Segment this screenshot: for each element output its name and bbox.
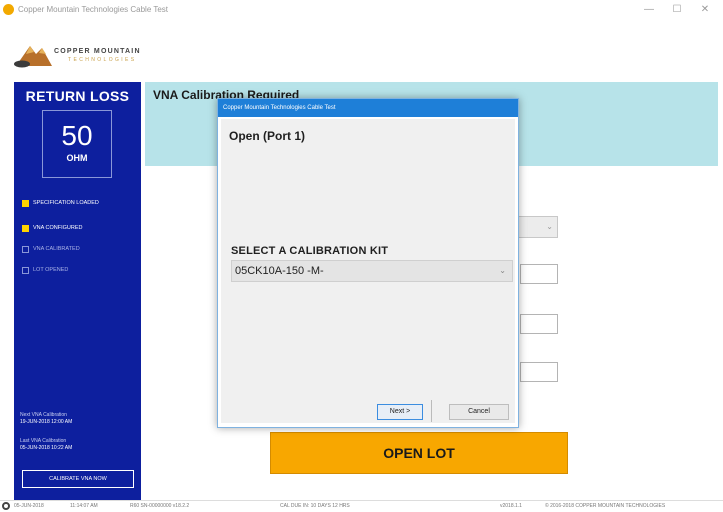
app-icon [3, 3, 14, 15]
window-titlebar: Copper Mountain Technologies Cable Test … [0, 0, 723, 18]
background-input-2[interactable] [520, 314, 558, 334]
status-device: R60 SN-00000000 v18.2.2 [130, 503, 190, 509]
background-input-3[interactable] [520, 362, 558, 382]
gear-icon[interactable] [2, 502, 10, 510]
calibration-kit-select[interactable]: 05CK10A-150 -M- ⌄ [231, 260, 513, 282]
status-vna-calibrated: VNA CALIBRATED [22, 244, 80, 254]
status-time: 11:14:07 AM [70, 503, 98, 509]
impedance-display: 50 OHM [42, 110, 112, 178]
next-button[interactable]: Next > [377, 404, 423, 420]
next-cal-label: Next VNA Calibration [20, 412, 67, 418]
chevron-down-icon: ⌄ [499, 266, 506, 275]
status-label: VNA CONFIGURED [33, 225, 83, 231]
kit-select-value: 05CK10A-150 -M- [235, 265, 324, 277]
minimize-icon[interactable]: — [635, 4, 663, 15]
next-calibration-info: Next VNA Calibration 19-JUN-2018 12:00 A… [20, 412, 72, 425]
last-calibration-info: Last VNA Calibration 05-JUN-2018 10:22 A… [20, 438, 72, 451]
status-bar: 05-JUN-2018 11:14:07 AM R60 SN-00000000 … [0, 500, 723, 512]
status-spec-loaded: SPECIFICATION LOADED [22, 198, 99, 208]
close-icon[interactable]: ✕ [691, 4, 719, 15]
status-lot-opened: LOT OPENED [22, 265, 68, 275]
checked-box-icon [22, 199, 29, 207]
status-label: VNA CALIBRATED [33, 246, 80, 252]
status-label: SPECIFICATION LOADED [33, 200, 99, 206]
logo-subtitle: TECHNOLOGIES [68, 57, 137, 63]
status-copyright: © 2016-2018 COPPER MOUNTAIN TECHNOLOGIES [545, 503, 666, 509]
open-lot-button[interactable]: OPEN LOT [270, 432, 568, 474]
measurement-title: RETURN LOSS [25, 88, 130, 104]
next-cal-value: 19-JUN-2018 12:00 AM [20, 418, 73, 425]
status-vna-configured: VNA CONFIGURED [22, 223, 83, 233]
checked-box-icon [22, 224, 29, 232]
window-title: Copper Mountain Technologies Cable Test [18, 4, 169, 14]
unchecked-box-icon [22, 266, 29, 274]
dialog-heading: Open (Port 1) [229, 129, 306, 143]
status-cal-due: CAL DUE IN: 10 DAYS 12 HRS [280, 503, 350, 509]
dialog-body: Open (Port 1) SELECT A CALIBRATION KIT 0… [221, 119, 515, 423]
impedance-value: 50 [61, 120, 93, 151]
status-version: v2018.1.1 [500, 503, 522, 509]
impedance-unit: OHM [66, 153, 88, 163]
logo-name: COPPER MOUNTAIN [54, 48, 141, 55]
last-cal-label: Last VNA Calibration [20, 438, 67, 444]
status-date: 05-JUN-2018 [14, 503, 44, 509]
cancel-button[interactable]: Cancel [449, 404, 509, 420]
last-cal-value: 05-JUN-2018 10:22 AM [20, 444, 73, 451]
calibration-dialog: Copper Mountain Technologies Cable Test … [217, 98, 519, 428]
dialog-titlebar: Copper Mountain Technologies Cable Test [218, 99, 518, 117]
mountain-logo-icon [14, 46, 52, 68]
status-label: LOT OPENED [33, 267, 69, 273]
sidebar: RETURN LOSS 50 OHM SPECIFICATION LOADED … [14, 82, 141, 500]
window-controls: — ☐ ✕ [635, 0, 719, 18]
app-header: COPPER MOUNTAIN TECHNOLOGIES [0, 18, 723, 80]
maximize-icon[interactable]: ☐ [663, 4, 691, 15]
calibrate-vna-button[interactable]: CALIBRATE VNA NOW [22, 470, 134, 488]
calibration-kit-label: SELECT A CALIBRATION KIT [231, 245, 389, 257]
background-input-1[interactable] [520, 264, 558, 284]
button-divider [431, 400, 432, 422]
unchecked-box-icon [22, 245, 29, 253]
